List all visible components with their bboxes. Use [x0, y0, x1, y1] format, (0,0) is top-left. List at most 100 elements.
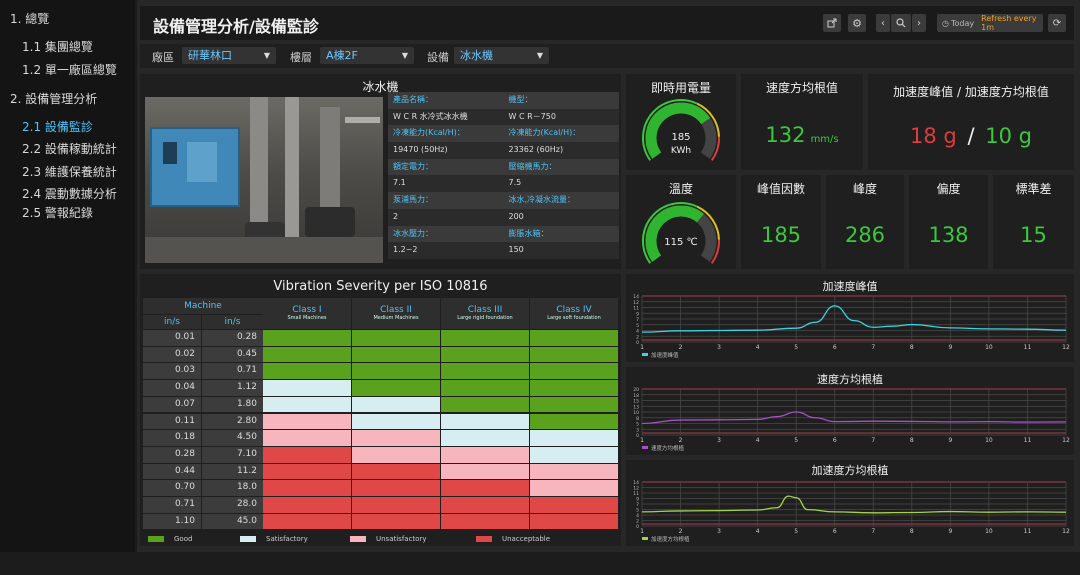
settings-button[interactable]: ⚙: [848, 14, 866, 32]
class-header: Class III Large rigid foundation: [441, 298, 529, 329]
time-back-button[interactable]: ‹: [876, 14, 890, 32]
class-header: Class IV Large soft foundation: [530, 298, 618, 329]
y-tick-label: 18: [633, 393, 639, 399]
crest-factor-title: 峰值因數: [756, 182, 805, 196]
severity-cell: [530, 430, 618, 446]
floor-label: 樓層: [290, 51, 312, 64]
unit-header: in/s: [202, 315, 263, 329]
share-icon: [827, 18, 837, 28]
x-tick-label: 10: [985, 528, 993, 535]
refresh-button[interactable]: ⟳: [1048, 14, 1066, 32]
skewness-panel: 偏度 138: [909, 175, 988, 269]
severity-cell: [530, 396, 618, 413]
x-tick-label: 7: [871, 528, 875, 535]
velocity-rms-unit: mm/s: [810, 134, 839, 145]
velocity-a-cell: 0.70: [143, 480, 201, 496]
equipment-spec-table: 產品名稱： 機型： W C R 水冷式冰水機 W C R－750 冷凍能力(Kcal/H…: [388, 92, 619, 259]
class-subtitle: Small Machines: [287, 315, 327, 321]
accel-rms-chart: 0245791112141 2 3 4 5 6 7 8 9 10 11 12加速度方均根植: [633, 480, 1070, 543]
power-unit: KWh: [670, 146, 692, 156]
spec-label: 冷凍能力(Kcal/H)：: [503, 125, 619, 143]
time-forward-button[interactable]: ›: [912, 14, 926, 32]
severity-cell: [441, 396, 529, 413]
y-tick-label: 5: [636, 323, 639, 329]
nav-alarm-records[interactable]: 2.5 警報紀錄: [22, 204, 93, 221]
x-tick-label: 12: [1062, 528, 1070, 535]
legend-swatch: [642, 537, 648, 540]
nav-maintenance-stats[interactable]: 2.3 維護保養統計: [22, 163, 117, 180]
class-name: Class III: [467, 305, 503, 315]
severity-cell: [530, 346, 618, 363]
nav-vibration-analysis[interactable]: 2.4 震動數據分析: [22, 185, 117, 202]
class-name: Class IV: [556, 305, 592, 315]
iso-severity-table: Machine in/s in/s Class I Small Machines Clas…: [140, 274, 621, 546]
spec-label: 壓縮機馬力：: [503, 158, 619, 176]
severity-cell: [263, 430, 351, 446]
nav-equipment-analysis[interactable]: 2. 設備管理分析: [10, 90, 97, 107]
legend-swatch: [642, 446, 648, 449]
y-tick-label: 9: [636, 497, 639, 503]
legend-label: Satisfactory: [266, 535, 308, 543]
nav-equipment-monitoring[interactable]: 2.1 設備監診: [22, 118, 93, 135]
severity-cell: [352, 463, 440, 480]
plant-select[interactable]: 研華林口 ▼: [182, 47, 276, 64]
search-icon: [896, 18, 906, 28]
class-name: Class II: [380, 305, 412, 315]
severity-cell: [530, 363, 618, 380]
power-panel: 即時用電量 185 KWh: [626, 74, 736, 170]
severity-cell: [352, 430, 440, 446]
acceleration-separator: /: [967, 124, 975, 148]
legend-label: Unsatisfactory: [376, 535, 427, 543]
equipment-spec-row: 2 200: [388, 208, 619, 226]
velocity-a-cell: 0.04: [143, 380, 201, 396]
share-button[interactable]: [823, 14, 841, 32]
floor-select[interactable]: A棟2F ▼: [320, 47, 414, 64]
velocity-rms-chart-panel: 速度方均根植 0 3 5 8 10 13 15 18 20 1 2 3 4 5 6 7 8 9 10 11 12 速度方均…: [626, 367, 1074, 455]
severity-cell: [352, 413, 440, 430]
spec-label: 冰水壓力：: [388, 225, 504, 243]
acceleration-panel: 加速度峰值 / 加速度方均根值 18 g / 10 g: [868, 74, 1074, 170]
legend-swatch: [148, 536, 164, 542]
severity-cell: [263, 413, 351, 430]
severity-cell: [263, 497, 351, 513]
severity-cell: [530, 413, 618, 430]
accel-peak-chart-panel: 加速度峰值 0 2 4 5 7 9 11 12 14 1 2 3 4 5 6 7 8 9 10 11 12 加速度峰值: [626, 274, 1074, 362]
chevron-left-icon: ‹: [881, 17, 885, 29]
x-tick-label: 1: [640, 344, 644, 351]
severity-cell: [352, 513, 440, 530]
legend-swatch: [240, 536, 256, 542]
x-tick-label: 4: [756, 344, 760, 351]
spec-label: 產品名稱：: [388, 92, 504, 109]
spec-value: 150: [503, 242, 619, 259]
y-tick-label: 0: [636, 524, 639, 530]
nav-group-overview[interactable]: 1.1 集團總覽: [22, 38, 93, 55]
severity-cell: [441, 363, 529, 380]
x-tick-label: 2: [679, 344, 683, 351]
equipment-spec-row: 1.2~2 150: [388, 242, 619, 259]
kurtosis-value: 286: [844, 223, 886, 247]
velocity-b-cell: 1.80: [202, 396, 263, 413]
velocity-b-cell: 28.0: [202, 497, 263, 513]
y-tick-label: 5: [636, 508, 639, 514]
severity-cell: [263, 330, 351, 346]
severity-cell: [441, 480, 529, 496]
iso-severity-panel: Vibration Severity per ISO 10816 Machine…: [140, 274, 621, 546]
velocity-b-cell: 0.45: [202, 346, 263, 363]
y-tick-label: 9: [636, 311, 639, 317]
severity-cell: [441, 463, 529, 480]
legend-label: Unacceptable: [502, 535, 551, 543]
device-select[interactable]: 冰水機 ▼: [454, 47, 549, 64]
class-subtitle: Medium Machines: [373, 315, 419, 321]
nav-overview[interactable]: 1. 總覽: [10, 10, 49, 27]
plant-select-value: 研華林口: [188, 49, 232, 62]
zoom-out-button[interactable]: [891, 14, 911, 32]
severity-cell: [263, 396, 351, 413]
nav-utilization-stats[interactable]: 2.2 設備稼動統計: [22, 140, 117, 157]
nav-site-overview[interactable]: 1.2 單一廠區總覽: [22, 61, 117, 78]
x-tick-label: 6: [833, 344, 837, 351]
equipment-spec-row: 19470 (50Hz) 23362 (60Hz): [388, 142, 619, 159]
spec-value: 7.1: [388, 175, 504, 193]
time-range-picker[interactable]: ◷ Today Refresh every 1m: [937, 14, 1043, 32]
velocity-a-cell: 0.03: [143, 363, 201, 380]
severity-cell: [352, 380, 440, 396]
